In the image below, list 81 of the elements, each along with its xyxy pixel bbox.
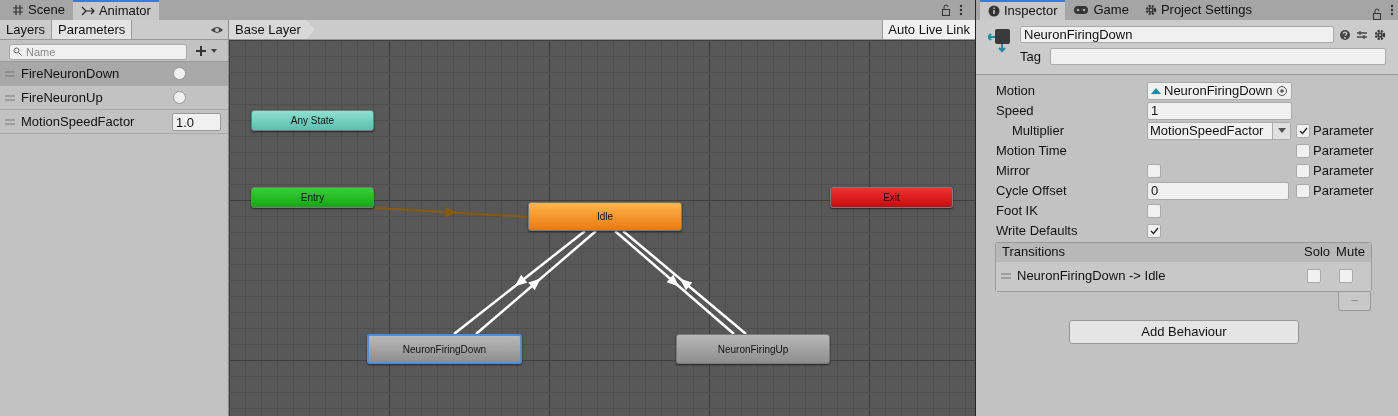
field-label: Tag bbox=[1020, 48, 1042, 66]
field-label: Motion Time bbox=[996, 141, 1068, 160]
parameter-name: FireNeuronDown bbox=[21, 64, 121, 83]
tab[interactable]: Inspector bbox=[980, 0, 1066, 20]
tab[interactable]: Scene bbox=[4, 0, 73, 20]
object-field[interactable]: NeuronFiringDown bbox=[1147, 81, 1292, 100]
state-node[interactable]: NeuronFiringUp bbox=[676, 334, 830, 364]
field-label: Motion bbox=[996, 81, 1037, 100]
search-icon bbox=[13, 46, 22, 56]
state-node[interactable]: Idle bbox=[528, 202, 682, 231]
search-field[interactable]: Name bbox=[9, 43, 187, 60]
drag-handle-icon bbox=[5, 118, 15, 125]
grid-icon bbox=[12, 4, 24, 16]
mountain-icon bbox=[1151, 86, 1162, 95]
gamepad-icon bbox=[1073, 5, 1090, 15]
parameter-row[interactable]: FireNeuronDown bbox=[0, 62, 228, 86]
state-node[interactable]: NeuronFiringDown bbox=[367, 334, 522, 364]
state-icon bbox=[988, 27, 1012, 53]
field-label: Multiplier bbox=[1011, 121, 1065, 140]
state-node[interactable]: Any State bbox=[251, 110, 374, 131]
tag-field[interactable] bbox=[1050, 48, 1386, 66]
field-label: Foot IK bbox=[996, 201, 1039, 220]
parameter-name: MotionSpeedFactor bbox=[21, 112, 136, 131]
settings-icon[interactable] bbox=[1374, 28, 1386, 41]
checkbox[interactable] bbox=[1339, 269, 1353, 283]
tab[interactable]: Game bbox=[1065, 0, 1137, 20]
field-label: Cycle Offset bbox=[996, 181, 1068, 200]
field-label: Mirror bbox=[996, 161, 1031, 180]
column-header: Solo bbox=[1304, 243, 1331, 262]
checkbox[interactable] bbox=[1147, 203, 1161, 218]
live-link-button[interactable]: Auto Live Link bbox=[882, 20, 975, 39]
trigger-toggle[interactable] bbox=[173, 67, 186, 80]
checkbox[interactable] bbox=[1147, 163, 1161, 178]
arrow-icon bbox=[80, 5, 95, 17]
more-icon[interactable] bbox=[1390, 4, 1394, 16]
drag-handle-icon bbox=[1001, 273, 1011, 279]
info-icon bbox=[988, 5, 1000, 17]
parameter-name: FireNeuronUp bbox=[21, 88, 104, 107]
title-field[interactable]: NeuronFiringDown bbox=[1020, 26, 1334, 43]
settings-icon bbox=[1144, 4, 1157, 16]
tab[interactable]: Animator bbox=[72, 0, 159, 20]
checkbox[interactable] bbox=[1296, 143, 1310, 158]
checkbox[interactable] bbox=[1296, 163, 1310, 178]
checkbox-label: Parameter bbox=[1313, 141, 1374, 160]
checkbox[interactable] bbox=[1307, 269, 1321, 283]
state-node[interactable]: Entry bbox=[251, 187, 374, 208]
field-label: Speed bbox=[996, 101, 1035, 120]
target-icon bbox=[1276, 84, 1288, 97]
dropdown[interactable]: MotionSpeedFactor bbox=[1147, 121, 1291, 140]
more-icon[interactable] bbox=[959, 4, 963, 16]
checkmark-icon bbox=[1149, 226, 1159, 235]
checkbox-label: Parameter bbox=[1313, 161, 1374, 180]
text-field[interactable]: 0 bbox=[1147, 181, 1289, 200]
column-header: Mute bbox=[1336, 243, 1365, 262]
tab[interactable]: Parameters bbox=[52, 20, 133, 39]
help-icon[interactable] bbox=[1340, 29, 1350, 40]
checkbox-label: Parameter bbox=[1313, 121, 1374, 140]
caret-icon bbox=[1277, 128, 1286, 133]
list-header: Transitions bbox=[1002, 243, 1067, 262]
sliders-icon[interactable] bbox=[1356, 28, 1368, 41]
checkbox-label: Parameter bbox=[1313, 181, 1374, 200]
lock-icon[interactable] bbox=[941, 4, 951, 16]
add-icon[interactable] bbox=[195, 44, 219, 57]
parameter-row[interactable]: MotionSpeedFactor 1.0 bbox=[0, 110, 228, 134]
checkbox[interactable] bbox=[1296, 183, 1310, 198]
lock-icon[interactable] bbox=[1372, 8, 1382, 20]
trigger-toggle[interactable] bbox=[173, 91, 186, 104]
field-label: Write Defaults bbox=[996, 221, 1079, 240]
tab[interactable]: Project Settings bbox=[1136, 0, 1260, 20]
transition-row[interactable]: NeuronFiringDown -> Idle bbox=[996, 261, 1371, 291]
drag-handle-icon bbox=[5, 70, 15, 77]
eye-icon[interactable] bbox=[210, 24, 224, 35]
value-field[interactable]: 1.0 bbox=[172, 112, 221, 131]
checkbox[interactable] bbox=[1296, 123, 1310, 138]
breadcrumb[interactable]: Base Layer bbox=[229, 20, 315, 39]
checkbox[interactable] bbox=[1147, 223, 1161, 238]
text-field[interactable]: 1 bbox=[1147, 101, 1292, 120]
checkmark-icon bbox=[1298, 126, 1308, 135]
add-behaviour-button[interactable]: Add Behaviour bbox=[1069, 319, 1299, 344]
state-node[interactable]: Exit bbox=[830, 187, 953, 208]
drag-handle-icon bbox=[5, 94, 15, 101]
